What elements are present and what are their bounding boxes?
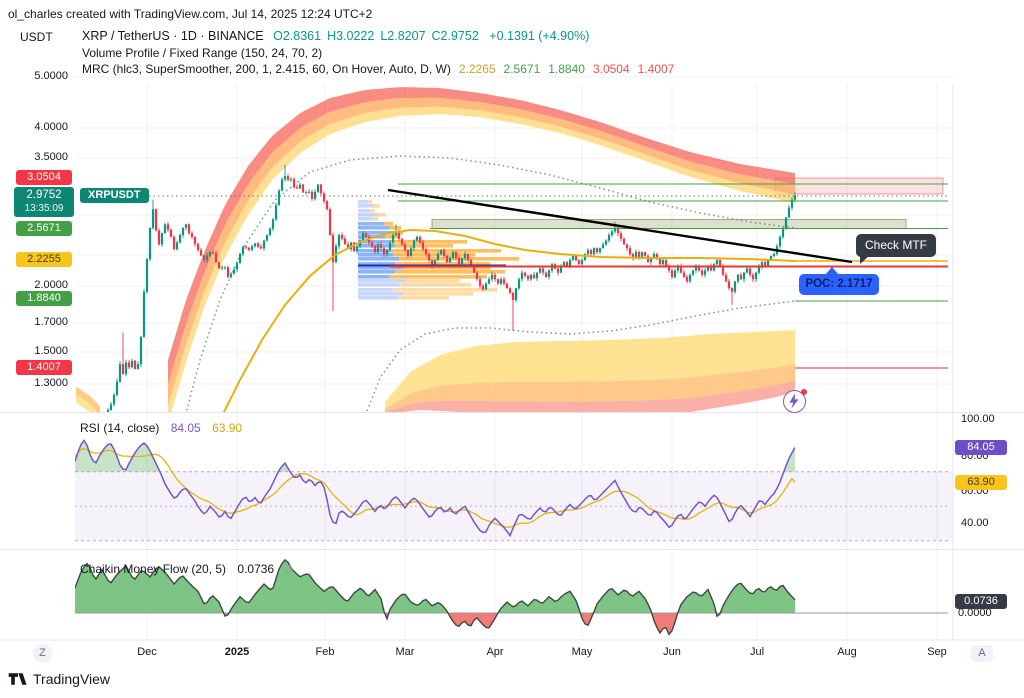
ohlc-o: O2.8361 — [273, 29, 321, 43]
symbol-legend[interactable]: XRP / TetherUS · 1D · BINANCE O2.8361 H3.… — [82, 29, 589, 43]
price-axis-label: 4.0000 — [0, 121, 68, 133]
legend-separator: · — [173, 29, 177, 43]
tradingview-chart-window: ol_charles created with TradingView.com,… — [0, 0, 1024, 698]
time-axis-label: Dec — [137, 646, 157, 658]
rsi-legend[interactable]: RSI (14, close) 84.05 63.90 — [80, 421, 242, 435]
hidden-indicator-icon[interactable]: ⊘ — [283, 562, 293, 576]
last-price-badge: 2.975213:35:09 — [14, 187, 74, 217]
legend-separator: · — [200, 29, 204, 43]
mrc-value: 1.8840 — [548, 62, 585, 76]
cmf-value: 0.0736 — [237, 562, 274, 576]
price-axis-label: 1.3000 — [0, 377, 68, 389]
last-price-time: 13:35:09 — [14, 202, 74, 215]
price-axis-label: 5.0000 — [0, 70, 68, 82]
symbol-name[interactable]: XRP / TetherUS — [82, 29, 170, 43]
mrc-value: 2.2265 — [459, 62, 496, 76]
mrc-value: 3.0504 — [593, 62, 630, 76]
rsi-title: RSI (14, close) — [80, 421, 159, 435]
exchange-label[interactable]: BINANCE — [208, 29, 264, 43]
poc-label: POC: 2.1717 — [799, 274, 879, 295]
mrc-name: MRC (hlc3, SuperSmoother, 200, 1, 2.415,… — [82, 62, 451, 76]
currency-axis-label: USDT — [20, 30, 53, 44]
price-axis-label: 1.7000 — [0, 316, 68, 328]
time-axis-label: May — [572, 646, 593, 658]
price-level-badge: 2.5671 — [16, 221, 72, 236]
alert-dot — [801, 389, 807, 395]
price-level-badge: 1.4007 — [16, 360, 72, 375]
chart-canvas[interactable] — [0, 0, 1024, 698]
time-axis-label: Sep — [927, 646, 947, 658]
change-value: +0.1391 (+4.90%) — [489, 29, 589, 43]
ohlc-values: O2.8361 H3.0222 L2.8207 C2.9752 — [267, 29, 479, 43]
rsi-level-badge: 84.05 — [955, 440, 1007, 455]
time-axis-label: 2025 — [225, 646, 249, 658]
time-axis-label: Mar — [396, 646, 415, 658]
time-axis-label: Apr — [486, 646, 503, 658]
cmf-title: Chaikin Money Flow (20, 5) — [80, 562, 226, 576]
rsi-value: 84.05 — [171, 421, 201, 435]
rsi-level-badge: 63.90 — [955, 475, 1007, 490]
ohlc-h: H3.0222 — [327, 29, 374, 43]
price-axis-label: 1.5000 — [0, 345, 68, 357]
tradingview-logo-icon — [8, 671, 28, 687]
rsi-axis-label: 100.00 — [961, 413, 995, 425]
last-price: 2.9752 — [14, 189, 74, 202]
price-axis-label: 3.5000 — [0, 151, 68, 163]
time-axis-label: Jul — [750, 646, 764, 658]
auto-scale-button[interactable]: A — [971, 645, 993, 662]
check-mtf-tooltip: Check MTF — [856, 234, 936, 257]
ohlc-c: C2.9752 — [432, 29, 479, 43]
cmf-legend[interactable]: Chaikin Money Flow (20, 5) 0.0736 ⊘ — [80, 562, 294, 576]
mrc-values: 2.2265 2.5671 1.8840 3.0504 1.4007 — [451, 62, 675, 76]
symbol-badge: XRPUSDT — [80, 188, 149, 203]
mrc-value: 2.5671 — [504, 62, 541, 76]
lightning-alert-icon[interactable] — [783, 390, 806, 413]
timeframe-label[interactable]: 1D — [181, 29, 197, 43]
tradingview-logo[interactable]: TradingView — [8, 671, 110, 687]
indicator-volume-profile-legend[interactable]: Volume Profile / Fixed Range (150, 24, 7… — [82, 46, 322, 60]
time-axis-label: Feb — [316, 646, 335, 658]
zoom-out-button[interactable]: Z — [33, 644, 52, 663]
attribution-text: ol_charles created with TradingView.com,… — [8, 7, 372, 21]
price-level-badge: 2.2255 — [16, 252, 72, 267]
ohlc-l: L2.8207 — [380, 29, 425, 43]
tradingview-logo-text: TradingView — [33, 671, 110, 687]
time-axis-label: Jun — [663, 646, 681, 658]
cmf-value-badge: 0.0736 — [955, 594, 1007, 609]
time-axis-label: Aug — [837, 646, 857, 658]
price-level-badge: 3.0504 — [16, 170, 72, 185]
rsi-ma-value: 63.90 — [212, 421, 242, 435]
indicator-mrc-legend[interactable]: MRC (hlc3, SuperSmoother, 200, 1, 2.415,… — [82, 62, 674, 76]
price-axis-label: 2.0000 — [0, 279, 68, 291]
price-level-badge: 1.8840 — [16, 291, 72, 306]
mrc-value: 1.4007 — [638, 62, 675, 76]
rsi-axis-label: 40.00 — [961, 517, 989, 529]
